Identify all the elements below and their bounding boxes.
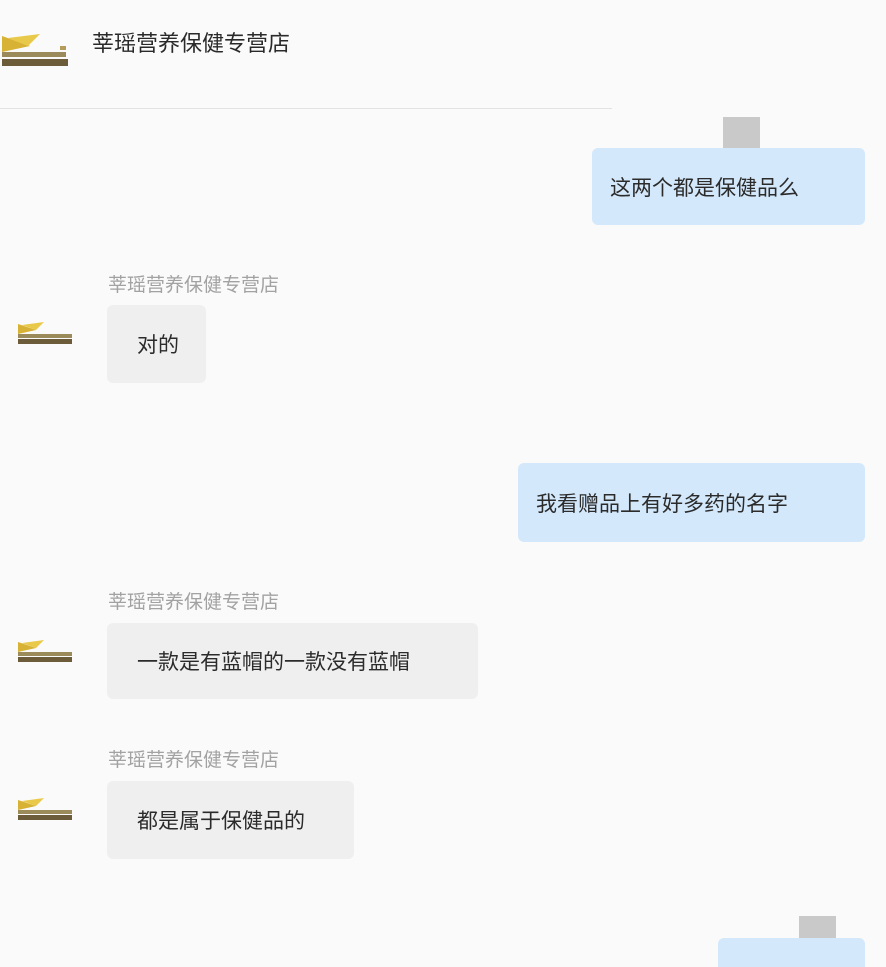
shop-avatar-icon[interactable] bbox=[16, 796, 74, 824]
message-status-marker bbox=[723, 117, 760, 151]
incoming-message-bubble[interactable]: 都是属于保健品的 bbox=[107, 781, 354, 859]
incoming-message-bubble[interactable]: 对的 bbox=[107, 305, 206, 383]
shop-avatar-icon[interactable] bbox=[16, 320, 74, 348]
sender-name: 莘瑶营养保健专营店 bbox=[108, 749, 280, 771]
message-text: 这两个都是保健品么 bbox=[610, 175, 799, 200]
page-title: 莘瑶营养保健专营店 bbox=[92, 32, 291, 57]
chat-header: 莘瑶营养保健专营店 bbox=[0, 0, 612, 109]
message-text: 一款是有蓝帽的一款没有蓝帽 bbox=[137, 650, 410, 674]
outgoing-message-bubble[interactable]: 这两个都是保健品么 bbox=[592, 148, 865, 225]
outgoing-message-bubble[interactable]: 我看赠品上有好多药的名字 bbox=[518, 463, 865, 542]
sender-name: 莘瑶营养保健专营店 bbox=[108, 274, 280, 296]
shop-logo-icon[interactable] bbox=[0, 32, 72, 72]
outgoing-message-bubble[interactable] bbox=[718, 938, 865, 967]
incoming-message-bubble[interactable]: 一款是有蓝帽的一款没有蓝帽 bbox=[107, 623, 478, 699]
sender-name: 莘瑶营养保健专营店 bbox=[108, 591, 280, 613]
message-text: 对的 bbox=[137, 333, 179, 357]
shop-avatar-icon[interactable] bbox=[16, 638, 74, 666]
message-text: 都是属于保健品的 bbox=[137, 809, 305, 833]
message-status-marker bbox=[799, 916, 836, 938]
message-text: 我看赠品上有好多药的名字 bbox=[536, 491, 788, 516]
